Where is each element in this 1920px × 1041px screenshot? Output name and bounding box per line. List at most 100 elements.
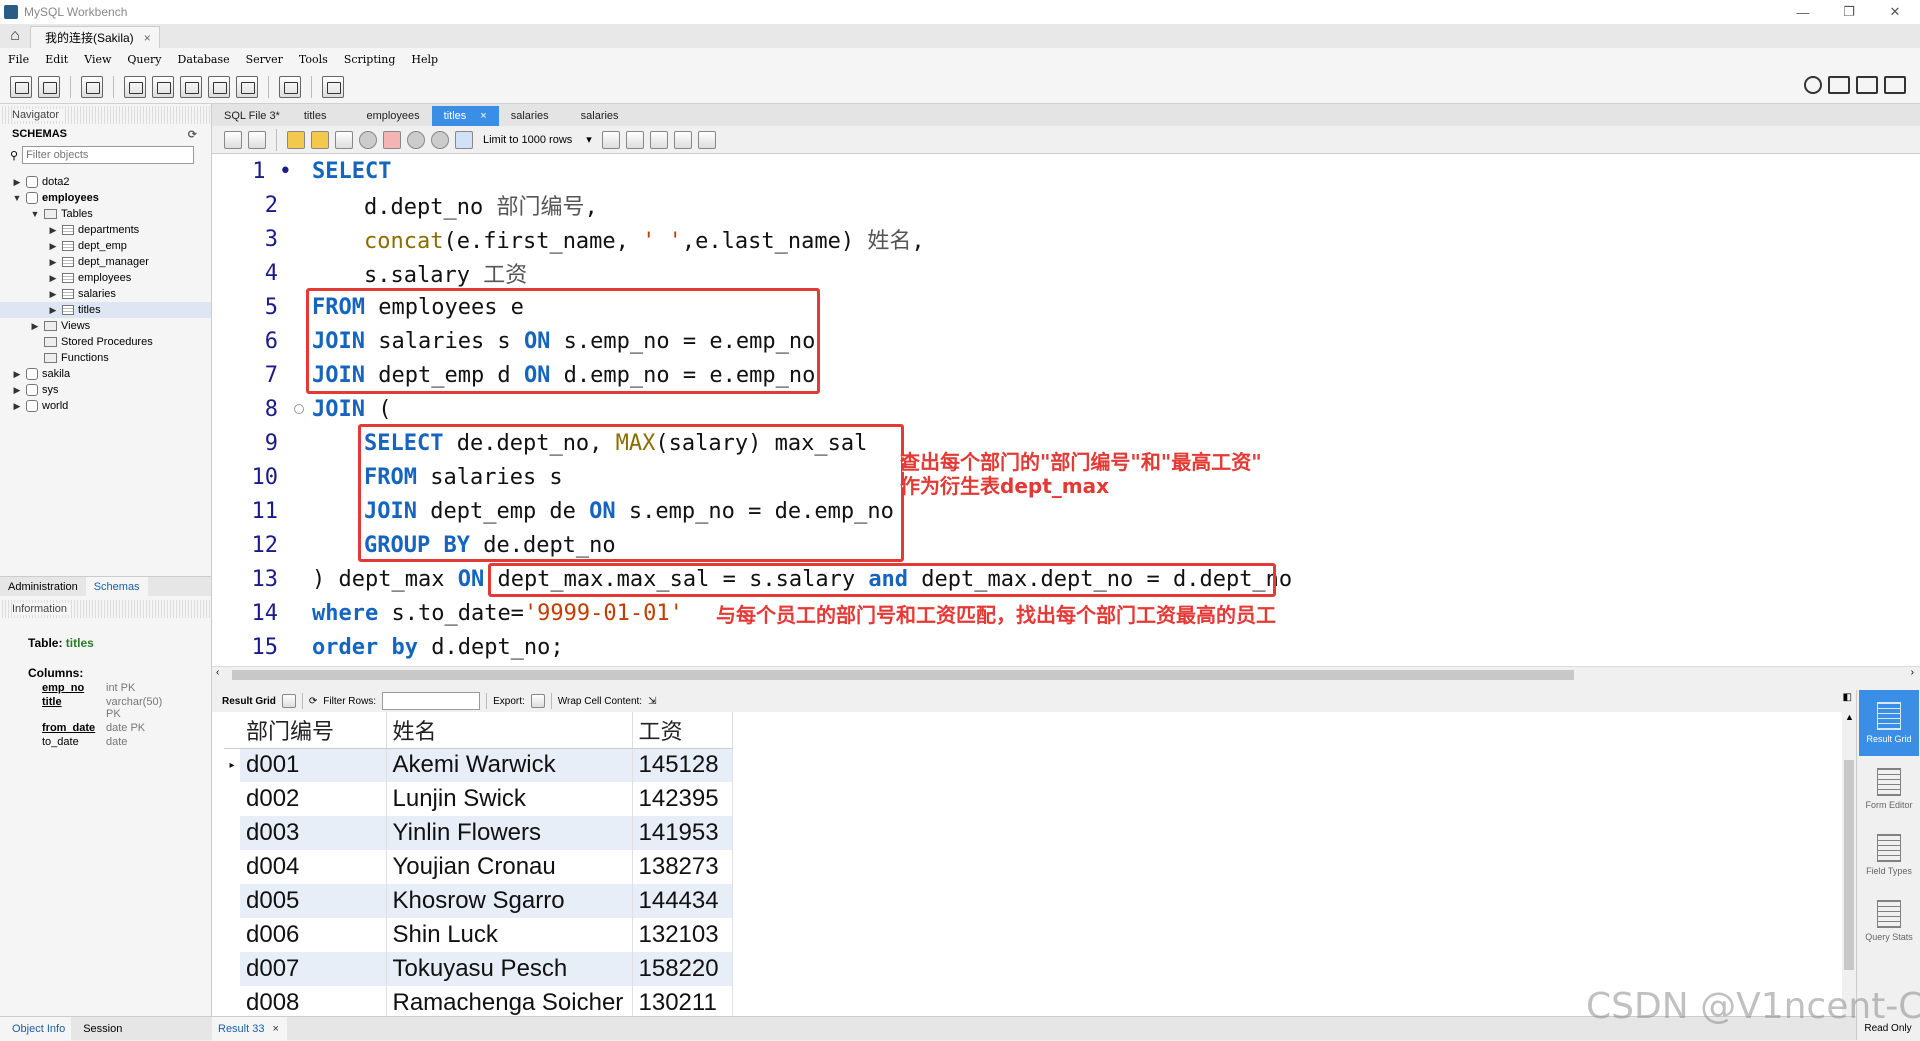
tab-salaries[interactable]: salaries (499, 106, 561, 126)
field-types-panel-button[interactable]: Field Types (1859, 822, 1919, 888)
scroll-thumb[interactable] (1844, 760, 1854, 970)
form-editor-panel-button[interactable]: Form Editor (1859, 756, 1919, 822)
views-folder[interactable]: ▶ Views (0, 318, 211, 334)
tab-object-info[interactable]: Object Info (0, 1016, 72, 1041)
editor-horizontal-scrollbar[interactable]: ‹ › (212, 666, 1920, 682)
stop-icon[interactable] (359, 130, 377, 149)
stored-procedures-folder[interactable]: Stored Procedures (0, 334, 211, 350)
home-icon[interactable]: ⌂ (0, 24, 30, 48)
rollback-icon[interactable] (431, 130, 449, 149)
table-dept-manager[interactable]: ▶ dept_manager (0, 254, 211, 270)
wrap-icon[interactable]: ⇲ (648, 696, 656, 707)
menu-server[interactable]: Server (246, 53, 283, 66)
tab-employees[interactable]: employees (338, 106, 431, 126)
expand-icon[interactable]: ▶ (48, 225, 58, 236)
inspector-icon[interactable] (81, 75, 103, 98)
schema-world[interactable]: ▶ world (0, 398, 211, 414)
table-employees[interactable]: ▶ employees (0, 270, 211, 286)
result-grid-label[interactable]: Result Grid (222, 696, 276, 707)
close-window-button[interactable]: ✕ (1872, 0, 1918, 24)
expand-icon[interactable]: ▶ (12, 177, 22, 188)
create-table-icon[interactable] (152, 75, 174, 98)
save-icon[interactable] (248, 130, 266, 149)
schema-sakila[interactable]: ▶ sakila (0, 366, 211, 382)
menu-edit[interactable]: Edit (45, 53, 68, 66)
open-sql-script-icon[interactable] (38, 75, 60, 98)
filter-objects-input[interactable] (22, 146, 195, 164)
close-icon[interactable]: × (144, 31, 151, 45)
table-departments[interactable]: ▶ departments (0, 222, 211, 238)
table-row[interactable]: d004 Youjian Cronau 138273 (224, 850, 733, 884)
expand-icon[interactable]: ▶ (12, 385, 22, 396)
table-salaries[interactable]: ▶ salaries (0, 286, 211, 302)
column-header[interactable]: 部门编号 (240, 712, 387, 749)
create-view-icon[interactable] (180, 75, 202, 98)
column-header[interactable]: 姓名 (386, 712, 633, 749)
expand-icon[interactable]: ▶ (48, 257, 58, 268)
functions-folder[interactable]: Functions (0, 350, 211, 366)
tab-session[interactable]: Session (71, 1017, 128, 1041)
tab-sql-file-3[interactable]: SQL File 3* (212, 106, 292, 126)
tab-schemas[interactable]: Schemas (85, 576, 148, 597)
menu-view[interactable]: View (84, 53, 111, 66)
table-row[interactable]: d003 Yinlin Flowers 141953 (224, 816, 733, 850)
limit-rows-select[interactable]: Limit to 1000 rows ▾ (483, 133, 592, 147)
table-row[interactable]: ▸ d001 Akemi Warwick 145128 (224, 748, 733, 782)
execute-current-icon[interactable] (311, 130, 329, 149)
toggle-sidebar-icon[interactable] (1828, 76, 1850, 94)
scroll-thumb[interactable] (232, 670, 1574, 680)
sql-editor[interactable]: 1 • SELECT 2 d.dept_no 部门编号, 3 concat(e.fir… (212, 154, 1920, 666)
create-procedure-icon[interactable] (208, 75, 230, 98)
schema-employees[interactable]: ▼ employees (0, 190, 211, 206)
schema-sys[interactable]: ▶ sys (0, 382, 211, 398)
menu-help[interactable]: Help (411, 53, 438, 66)
wrap-lines-icon[interactable] (697, 130, 716, 149)
expand-icon[interactable]: ▶ (48, 273, 58, 284)
reconnect-icon[interactable] (322, 75, 344, 98)
collapse-icon[interactable]: ▼ (12, 193, 22, 203)
expand-icon[interactable]: ▶ (48, 289, 58, 300)
result-grid[interactable]: 部门编号 姓名 工资 ▸ d001 Akemi Warwick 145128 d002… (212, 712, 1842, 1016)
export-icon[interactable] (530, 694, 545, 708)
scroll-right-icon[interactable]: › (1911, 667, 1914, 678)
tab-salaries-2[interactable]: salaries (561, 106, 631, 126)
table-row[interactable]: d002 Lunjin Swick 142395 (224, 782, 733, 816)
grid-icon[interactable] (281, 694, 296, 708)
schema-dota2[interactable]: ▶ dota2 (0, 174, 211, 190)
column-header[interactable]: 工资 (632, 712, 733, 749)
scroll-up-icon[interactable]: ▲ (1845, 712, 1854, 722)
add-snippet-star-icon[interactable] (601, 130, 620, 149)
table-row[interactable]: d008 Ramachenga Soicher 130211 (224, 986, 733, 1016)
create-function-icon[interactable] (236, 75, 258, 98)
expand-icon[interactable]: ▶ (48, 241, 58, 252)
tables-folder[interactable]: ▼ Tables (0, 206, 211, 222)
scroll-left-icon[interactable]: ‹ (216, 667, 219, 678)
invisible-chars-icon[interactable] (673, 130, 692, 149)
fold-toggle-icon[interactable] (294, 404, 304, 414)
tab-titles[interactable]: titles (292, 106, 339, 126)
query-stats-panel-button[interactable]: Query Stats (1859, 888, 1919, 954)
execute-lightning-icon[interactable] (287, 130, 305, 149)
menu-query[interactable]: Query (127, 53, 161, 66)
expand-icon[interactable]: ▶ (12, 401, 22, 412)
filter-rows-input[interactable] (382, 692, 481, 710)
tab-titles-active[interactable]: titles × (431, 106, 499, 126)
result-grid-panel-button[interactable]: Result Grid (1859, 690, 1919, 756)
preferences-gear-icon[interactable] (1804, 76, 1822, 94)
open-file-icon[interactable] (224, 130, 242, 149)
menu-scripting[interactable]: Scripting (344, 53, 396, 66)
expand-icon[interactable]: ▶ (12, 369, 22, 380)
table-row[interactable]: d006 Shin Luck 132103 (224, 918, 733, 952)
commit-icon[interactable] (407, 130, 425, 149)
find-icon[interactable] (649, 130, 668, 149)
search-table-data-icon[interactable] (279, 75, 301, 98)
explain-icon[interactable] (335, 130, 353, 149)
tab-result-33[interactable]: Result 33 × (212, 1016, 287, 1041)
table-dept-emp[interactable]: ▶ dept_emp (0, 238, 211, 254)
toggle-panel-icon[interactable]: ◧ (1843, 692, 1852, 703)
new-sql-tab-icon[interactable] (10, 75, 32, 98)
toggle-output-icon[interactable] (1856, 76, 1878, 94)
expand-icon[interactable]: ▶ (30, 321, 40, 332)
restore-button[interactable]: ❐ (1826, 0, 1872, 24)
close-icon[interactable]: × (272, 1023, 278, 1035)
